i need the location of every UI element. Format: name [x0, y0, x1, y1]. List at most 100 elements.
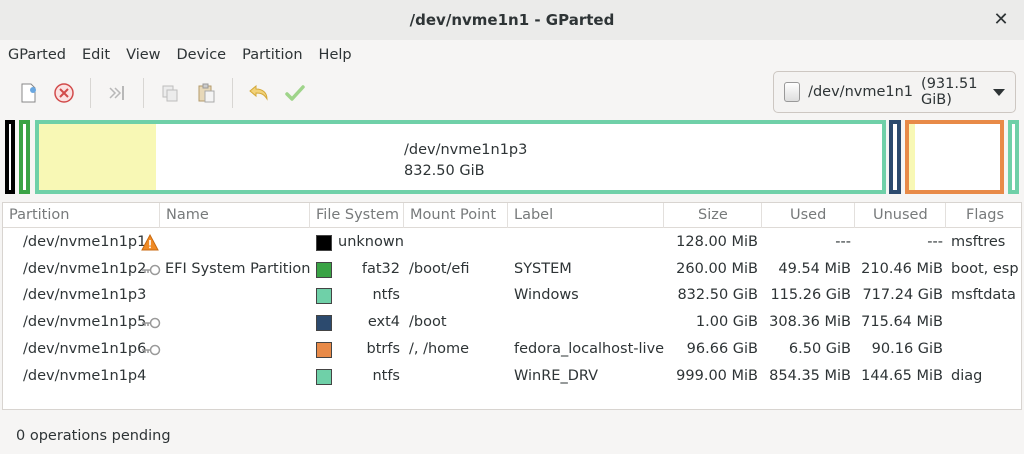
menu-help[interactable]: Help [311, 40, 360, 70]
filesystem-color-swatch [316, 235, 332, 251]
flags: diag [951, 367, 983, 384]
table-row[interactable]: /dev/nvme1n1p4 ntfs WinRE_DRV 999.00 MiB 854… [3, 363, 1021, 390]
col-mount-point[interactable]: Mount Point [404, 203, 508, 228]
partition-table: Partition Name File System Mount Point L… [2, 202, 1022, 410]
disk-map-partition-p2[interactable] [19, 120, 30, 194]
menu-edit[interactable]: Edit [74, 40, 118, 70]
device-name: /dev/nvme1n1 [808, 84, 914, 100]
col-flags[interactable]: Flags [946, 203, 1023, 228]
partition-path: /dev/nvme1n1p6 [23, 340, 147, 357]
new-icon[interactable] [10, 75, 46, 111]
menu-gparted[interactable]: GParted [0, 40, 74, 70]
table-row[interactable]: /dev/nvme1n1p1 unknown 128.00 MiB --- --- msf… [3, 229, 1021, 256]
used: 6.50 GiB [788, 340, 851, 357]
device-size: (931.51 GiB) [921, 76, 978, 108]
status-text: 0 operations pending [16, 428, 171, 444]
resize-move-icon[interactable] [99, 75, 135, 111]
filesystem: ntfs [372, 367, 400, 384]
filesystem-color-swatch [316, 341, 332, 358]
filesystem-color-swatch [316, 368, 332, 385]
filesystem-color-swatch [316, 261, 332, 278]
col-name[interactable]: Name [160, 203, 310, 228]
unused: 717.24 GiB [862, 287, 943, 304]
size: 260.00 MiB [676, 260, 758, 277]
partition-path: /dev/nvme1n1p1 [23, 234, 147, 250]
filesystem: unknown [338, 234, 404, 250]
partition-name: EFI System Partition [165, 260, 311, 277]
apply-icon[interactable] [277, 75, 313, 111]
col-file-system[interactable]: File System [310, 203, 404, 228]
table-row[interactable]: /dev/nvme1n1p3 ntfs Windows 832.50 GiB 115.2… [3, 282, 1021, 309]
col-used[interactable]: Used [762, 203, 855, 228]
disk-map-selected-label: /dev/nvme1n1p3 832.50 GiB [404, 140, 527, 182]
disk-map-partition-p5[interactable] [889, 120, 901, 194]
used: --- [835, 234, 851, 250]
disk-map-selected-size: 832.50 GiB [404, 163, 485, 179]
col-partition[interactable]: Partition [3, 203, 160, 228]
size: 1.00 GiB [695, 314, 758, 331]
unused: 90.16 GiB [871, 340, 943, 357]
used-space-fill [39, 124, 156, 190]
partition-path: /dev/nvme1n1p5 [23, 314, 147, 331]
label: Windows [514, 287, 579, 304]
filesystem: ntfs [372, 287, 400, 304]
size: 96.66 GiB [686, 340, 758, 357]
table-row[interactable]: /dev/nvme1n1p6 btrfs /, /home fedora_localh… [3, 336, 1021, 363]
flags: msftdata [951, 287, 1016, 304]
disk-map-partition-p6[interactable] [905, 120, 1004, 194]
col-label[interactable]: Label [508, 203, 664, 228]
paste-icon[interactable] [188, 75, 224, 111]
mount-point: /boot [409, 314, 447, 331]
partition-path: /dev/nvme1n1p3 [23, 287, 147, 304]
disk-map: /dev/nvme1n1p3 832.50 GiB [0, 118, 1024, 198]
mount-point: /, /home [409, 340, 470, 357]
used: 854.35 MiB [769, 367, 851, 384]
device-selector[interactable]: /dev/nvme1n1 (931.51 GiB) [773, 71, 1016, 113]
warning-icon [141, 233, 159, 255]
partition-path: /dev/nvme1n1p4 [23, 367, 147, 384]
copy-icon[interactable] [152, 75, 188, 111]
col-size[interactable]: Size [664, 203, 762, 228]
size: 999.00 MiB [676, 367, 758, 384]
label: fedora_localhost-live [514, 340, 665, 357]
table-row[interactable]: /dev/nvme1n1p2 EFI System Partition fat32 /… [3, 256, 1021, 283]
status-bar: 0 operations pending [0, 418, 1024, 454]
key-icon [141, 264, 161, 280]
menu-bar: GParted Edit View Device Partition Help [0, 40, 1024, 70]
filesystem: btrfs [366, 340, 400, 357]
table-row[interactable]: /dev/nvme1n1p5 ext4/boot 1.00 GiB 308.36 Mi… [3, 309, 1021, 336]
label: SYSTEM [514, 260, 572, 277]
col-unused[interactable]: Unused [855, 203, 946, 228]
close-icon[interactable]: ✕ [990, 8, 1012, 30]
unused: 715.64 MiB [861, 314, 943, 331]
flags: msftres [951, 234, 1006, 250]
filesystem: ext4 [367, 314, 400, 331]
used: 308.36 MiB [769, 314, 851, 331]
used: 49.54 MiB [778, 260, 851, 277]
delete-icon[interactable] [46, 75, 82, 111]
used: 115.26 GiB [770, 287, 851, 304]
partition-path: /dev/nvme1n1p2 [23, 260, 147, 277]
filesystem: fat32 [361, 260, 400, 277]
filesystem-color-swatch [316, 315, 332, 332]
mount-point: /boot/efi [409, 260, 470, 277]
window-title: /dev/nvme1n1 - GParted [409, 11, 615, 29]
size: 128.00 MiB [676, 234, 758, 250]
unused: --- [927, 234, 943, 250]
unused: 210.46 MiB [861, 260, 943, 277]
key-icon [141, 344, 161, 360]
filesystem-color-swatch [316, 288, 332, 305]
disk-map-partition-p3[interactable]: /dev/nvme1n1p3 832.50 GiB [35, 120, 886, 194]
drive-icon [784, 82, 801, 102]
menu-view[interactable]: View [118, 40, 168, 70]
menu-partition[interactable]: Partition [234, 40, 310, 70]
menu-device[interactable]: Device [169, 40, 235, 70]
undo-icon[interactable] [241, 75, 277, 111]
disk-map-partition-p4[interactable] [1008, 120, 1019, 194]
used-space-fill [909, 124, 915, 190]
label: WinRE_DRV [514, 367, 599, 384]
flags: boot, esp [951, 260, 1019, 277]
chevron-down-icon [993, 88, 1005, 96]
disk-map-selected-name: /dev/nvme1n1p3 [404, 142, 528, 158]
disk-map-partition-p1[interactable] [5, 120, 15, 194]
